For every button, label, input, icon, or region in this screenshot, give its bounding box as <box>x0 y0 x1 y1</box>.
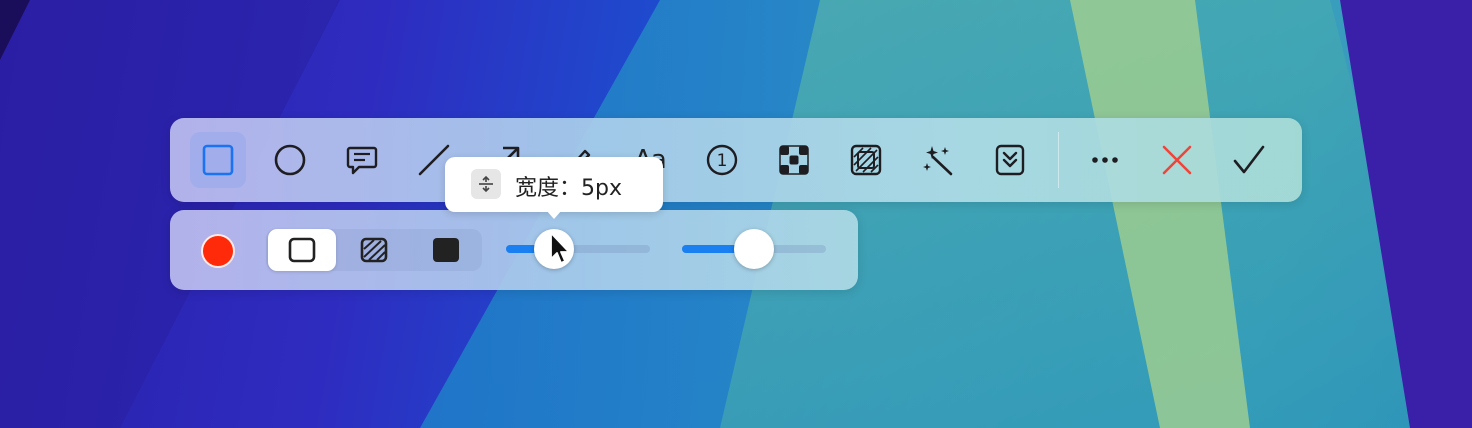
ellipse-tool-button[interactable] <box>262 132 318 188</box>
scroll-down-icon <box>995 144 1025 176</box>
solid-square-icon <box>433 238 459 262</box>
tooltip-text: 宽度：5px <box>515 176 622 201</box>
svg-text:1: 1 <box>717 151 728 171</box>
rectangle-tool-button[interactable] <box>190 132 246 188</box>
magic-wand-icon <box>923 146 953 176</box>
stroke-width-slider[interactable] <box>506 229 650 269</box>
check-icon <box>1233 145 1265 174</box>
toolbar-divider <box>1058 132 1059 188</box>
scroll-capture-tool-button[interactable] <box>982 132 1038 188</box>
more-icon <box>1092 157 1118 163</box>
speech-bubble-icon <box>346 146 378 175</box>
vertical-resize-icon <box>471 169 501 199</box>
fill-hatched-option[interactable] <box>340 229 408 271</box>
annotation-toolbar: Aa 1 <box>170 118 1302 202</box>
hatched-square-icon <box>360 237 388 263</box>
mouse-cursor-icon <box>550 232 570 264</box>
close-icon <box>1162 145 1192 175</box>
outline-square-icon <box>288 237 316 263</box>
fill-mode-selector <box>266 229 482 271</box>
color-picker-button[interactable] <box>201 234 235 268</box>
square-icon <box>202 144 234 176</box>
counter-tool-button[interactable]: 1 <box>694 132 750 188</box>
more-button[interactable] <box>1077 132 1133 188</box>
magic-tool-button[interactable] <box>910 132 966 188</box>
number-one-circle-icon: 1 <box>706 144 738 176</box>
blur-tool-button[interactable] <box>838 132 894 188</box>
callout-tool-button[interactable] <box>334 132 390 188</box>
fill-solid-option[interactable] <box>412 229 480 271</box>
blur-icon <box>850 144 882 176</box>
opacity-slider[interactable] <box>682 229 826 269</box>
fill-outline-option[interactable] <box>268 229 336 271</box>
confirm-button[interactable] <box>1221 132 1277 188</box>
shape-properties-bar <box>170 210 858 290</box>
mosaic-icon <box>779 145 809 175</box>
circle-icon <box>274 144 306 176</box>
opacity-slider-thumb[interactable] <box>734 229 774 269</box>
mosaic-tool-button[interactable] <box>766 132 822 188</box>
stroke-width-tooltip: 宽度：5px <box>445 157 663 219</box>
cancel-button[interactable] <box>1149 132 1205 188</box>
